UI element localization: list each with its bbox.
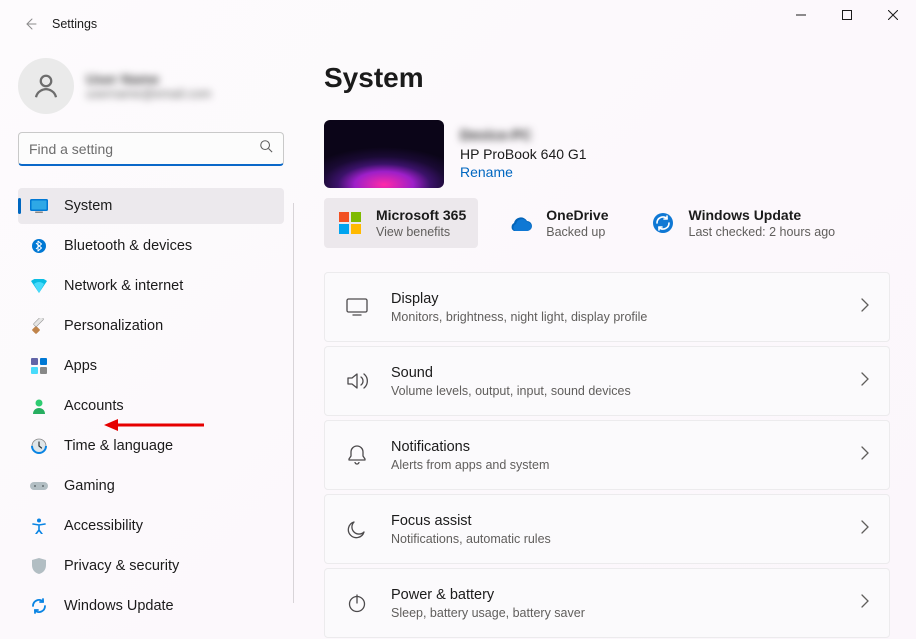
sidebar-item-accounts[interactable]: Accounts — [18, 388, 284, 424]
tile-title: OneDrive — [546, 206, 608, 224]
microsoft-365-icon — [336, 209, 364, 237]
window-title: Settings — [52, 17, 97, 31]
account-name: User Name — [86, 71, 211, 87]
sidebar-item-label: Personalization — [64, 318, 163, 334]
chevron-right-icon — [861, 520, 869, 539]
sidebar-item-label: Apps — [64, 358, 97, 374]
sidebar-item-label: Time & language — [64, 438, 173, 454]
sidebar-item-label: Network & internet — [64, 278, 183, 294]
window-controls — [778, 0, 916, 30]
power-icon — [345, 591, 369, 615]
search-box[interactable] — [18, 132, 284, 166]
card-title: Notifications — [391, 437, 839, 457]
account-email: username@email.com — [86, 87, 211, 101]
rename-link[interactable]: Rename — [460, 164, 587, 180]
card-power[interactable]: Power & battery Sleep, battery usage, ba… — [324, 568, 890, 638]
sidebar-item-label: Accessibility — [64, 518, 143, 534]
tile-sub: Last checked: 2 hours ago — [689, 224, 836, 240]
network-icon — [30, 277, 48, 295]
account-block[interactable]: User Name username@email.com — [18, 48, 290, 132]
sidebar-item-privacy[interactable]: Privacy & security — [18, 548, 284, 584]
tile-onedrive[interactable]: OneDrive Backed up — [494, 198, 620, 248]
titlebar: Settings — [0, 0, 916, 48]
card-sub: Monitors, brightness, night light, displ… — [391, 309, 839, 325]
windows-update-icon — [649, 209, 677, 237]
tile-sub: Backed up — [546, 224, 608, 240]
card-title: Display — [391, 289, 839, 309]
nav-list: System Bluetooth & devices Network & int… — [18, 188, 284, 624]
card-notifications[interactable]: Notifications Alerts from apps and syste… — [324, 420, 890, 490]
tile-title: Microsoft 365 — [376, 206, 466, 224]
sidebar-item-label: System — [64, 198, 112, 214]
sidebar-item-time[interactable]: Time & language — [18, 428, 284, 464]
tile-sub: View benefits — [376, 224, 466, 240]
card-display[interactable]: Display Monitors, brightness, night ligh… — [324, 272, 890, 342]
device-row: Device-PC HP ProBook 640 G1 Rename — [324, 120, 890, 188]
close-button[interactable] — [870, 0, 916, 30]
sidebar: User Name username@email.com System — [0, 48, 300, 639]
scrollbar-track[interactable] — [293, 203, 294, 603]
personalization-icon — [30, 317, 48, 335]
device-model: HP ProBook 640 G1 — [460, 146, 587, 162]
search-icon — [259, 139, 273, 158]
sidebar-item-accessibility[interactable]: Accessibility — [18, 508, 284, 544]
time-icon — [30, 437, 48, 455]
avatar — [18, 58, 74, 114]
onedrive-icon — [506, 209, 534, 237]
device-info: Device-PC HP ProBook 640 G1 Rename — [460, 128, 587, 180]
status-tiles: Microsoft 365 View benefits OneDrive Bac… — [324, 198, 890, 248]
sidebar-item-apps[interactable]: Apps — [18, 348, 284, 384]
tile-title: Windows Update — [689, 206, 836, 224]
card-sound[interactable]: Sound Volume levels, output, input, soun… — [324, 346, 890, 416]
device-thumbnail[interactable] — [324, 120, 444, 188]
sidebar-item-bluetooth[interactable]: Bluetooth & devices — [18, 228, 284, 264]
card-title: Focus assist — [391, 511, 839, 531]
card-focus-assist[interactable]: Focus assist Notifications, automatic ru… — [324, 494, 890, 564]
sidebar-item-network[interactable]: Network & internet — [18, 268, 284, 304]
bluetooth-icon — [30, 237, 48, 255]
system-icon — [30, 197, 48, 215]
notifications-icon — [345, 443, 369, 467]
card-sub: Volume levels, output, input, sound devi… — [391, 383, 839, 399]
sidebar-item-label: Privacy & security — [64, 558, 179, 574]
sidebar-item-label: Bluetooth & devices — [64, 238, 192, 254]
chevron-right-icon — [861, 298, 869, 317]
update-icon — [30, 597, 48, 615]
tile-microsoft-365[interactable]: Microsoft 365 View benefits — [324, 198, 478, 248]
display-icon — [345, 295, 369, 319]
card-sub: Sleep, battery usage, battery saver — [391, 605, 839, 621]
maximize-button[interactable] — [824, 0, 870, 30]
privacy-icon — [30, 557, 48, 575]
sidebar-item-label: Gaming — [64, 478, 115, 494]
gaming-icon — [30, 477, 48, 495]
sidebar-item-label: Accounts — [64, 398, 124, 414]
sidebar-item-gaming[interactable]: Gaming — [18, 468, 284, 504]
settings-list: Display Monitors, brightness, night ligh… — [324, 272, 890, 638]
card-sub: Notifications, automatic rules — [391, 531, 839, 547]
sound-icon — [345, 369, 369, 393]
search-input[interactable] — [29, 141, 259, 157]
focus-assist-icon — [345, 517, 369, 541]
device-name: Device-PC — [460, 128, 587, 144]
main-panel: System Device-PC HP ProBook 640 G1 Renam… — [300, 48, 916, 639]
sidebar-item-system[interactable]: System — [18, 188, 284, 224]
back-button[interactable] — [12, 6, 48, 42]
chevron-right-icon — [861, 446, 869, 465]
card-title: Power & battery — [391, 585, 839, 605]
account-text: User Name username@email.com — [86, 71, 211, 101]
sidebar-item-personalization[interactable]: Personalization — [18, 308, 284, 344]
minimize-button[interactable] — [778, 0, 824, 30]
accounts-icon — [30, 397, 48, 415]
page-title: System — [324, 62, 890, 94]
chevron-right-icon — [861, 372, 869, 391]
tile-windows-update[interactable]: Windows Update Last checked: 2 hours ago — [637, 198, 848, 248]
chevron-right-icon — [861, 594, 869, 613]
sidebar-item-label: Windows Update — [64, 598, 174, 614]
card-title: Sound — [391, 363, 839, 383]
apps-icon — [30, 357, 48, 375]
accessibility-icon — [30, 517, 48, 535]
sidebar-item-update[interactable]: Windows Update — [18, 588, 284, 624]
card-sub: Alerts from apps and system — [391, 457, 839, 473]
